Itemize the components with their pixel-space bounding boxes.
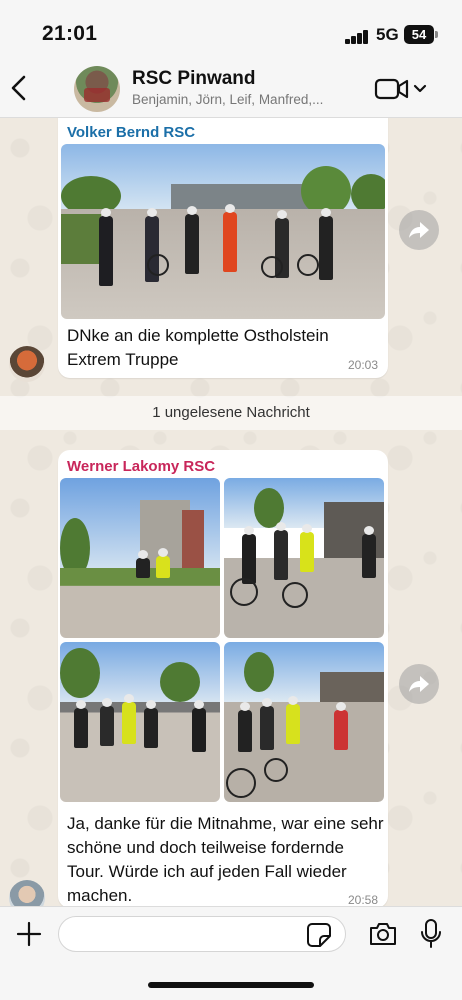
attach-button[interactable] bbox=[16, 921, 42, 947]
sticker-button[interactable] bbox=[306, 922, 332, 948]
photo-thumbnail[interactable] bbox=[60, 478, 220, 638]
photo-group-riders[interactable] bbox=[61, 144, 385, 319]
forward-button[interactable] bbox=[399, 664, 439, 704]
sender-avatar[interactable] bbox=[9, 880, 45, 906]
message-time: 20:03 bbox=[347, 358, 378, 372]
microphone-icon bbox=[421, 919, 441, 948]
message-bubble[interactable]: Volker Bernd RSC DNke an die komplette O… bbox=[58, 118, 388, 378]
unread-banner: 1 ungelesene Nachricht bbox=[0, 396, 462, 430]
sender-name[interactable]: Werner Lakomy RSC bbox=[67, 458, 215, 475]
camera-button[interactable] bbox=[368, 921, 398, 947]
message-text[interactable]: DNke an die komplette Ostholstein Extrem… bbox=[67, 324, 379, 372]
message-text[interactable]: Ja, danke für die Mitnahme, war eine seh… bbox=[67, 812, 385, 906]
forward-icon bbox=[409, 222, 429, 238]
message-time: 20:58 bbox=[347, 893, 378, 906]
chat-title[interactable]: RSC Pinwand bbox=[132, 68, 256, 90]
battery-icon: 54 bbox=[404, 25, 438, 44]
status-time: 21:01 bbox=[42, 22, 98, 45]
camera-icon bbox=[370, 923, 396, 945]
sender-avatar[interactable] bbox=[9, 346, 45, 382]
back-button[interactable] bbox=[6, 72, 34, 104]
home-indicator[interactable] bbox=[148, 982, 314, 988]
forward-icon bbox=[409, 676, 429, 692]
group-avatar[interactable] bbox=[74, 66, 120, 112]
network-label: 5G bbox=[376, 25, 399, 44]
message-bubble[interactable]: Werner Lakomy RSC Ja, danke für die Mitn… bbox=[58, 450, 388, 906]
microphone-button[interactable] bbox=[420, 918, 442, 950]
message-input[interactable] bbox=[58, 916, 346, 952]
sender-name[interactable]: Volker Bernd RSC bbox=[67, 124, 195, 141]
status-bar: 21:01 5G 54 bbox=[0, 0, 462, 62]
sticker-icon bbox=[307, 923, 331, 947]
chat-members[interactable]: Benjamin, Jörn, Leif, Manfred,... bbox=[132, 92, 323, 107]
photo-thumbnail[interactable] bbox=[224, 642, 384, 802]
plus-icon bbox=[16, 921, 42, 947]
chat-header: RSC Pinwand Benjamin, Jörn, Leif, Manfre… bbox=[0, 62, 462, 118]
video-call-button[interactable] bbox=[374, 76, 430, 102]
forward-button[interactable] bbox=[399, 210, 439, 250]
chat-area[interactable]: Volker Bernd RSC DNke an die komplette O… bbox=[0, 118, 462, 906]
signal-strength-icon bbox=[345, 28, 369, 44]
back-chevron-icon bbox=[11, 75, 26, 101]
photo-thumbnail[interactable] bbox=[60, 642, 220, 802]
photo-thumbnail[interactable] bbox=[224, 478, 384, 638]
video-camera-icon bbox=[374, 78, 427, 100]
